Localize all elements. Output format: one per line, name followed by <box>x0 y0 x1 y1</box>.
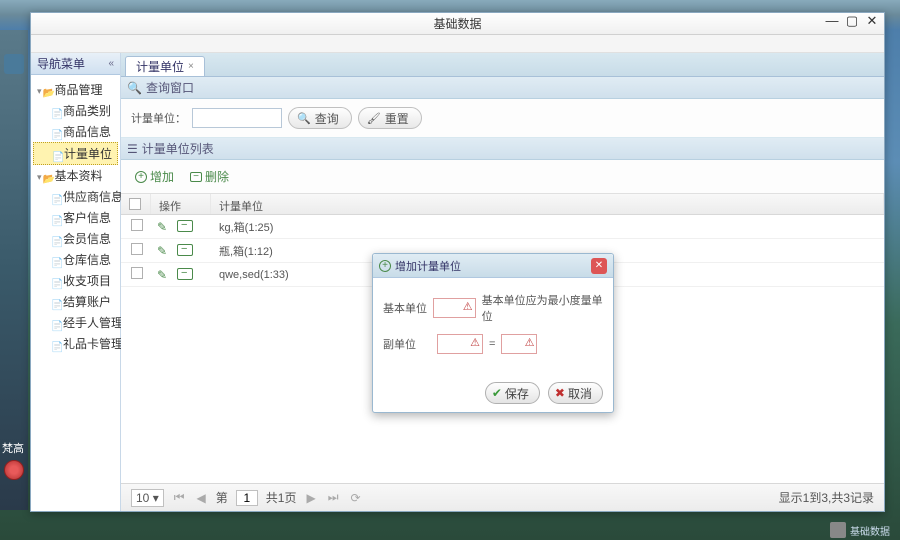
page-icon <box>51 276 61 286</box>
page-icon <box>51 255 61 265</box>
left-dock: 梵高 <box>0 30 28 510</box>
search-panel-header[interactable]: 🔍 查询窗口 <box>121 77 884 99</box>
window-title: 基础数据 <box>433 15 481 32</box>
x-icon: ✖ <box>555 386 565 400</box>
edit-icon[interactable]: ✎ <box>157 268 171 282</box>
col-name: 计量单位 <box>211 194 884 214</box>
reset-button[interactable]: 🖌重置 <box>358 107 422 129</box>
list-toolbar: +增加 −删除 <box>121 160 884 193</box>
pager-first[interactable]: ⏮ <box>172 490 187 505</box>
close-button[interactable]: ✕ <box>864 15 880 29</box>
brush-icon: 🖌 <box>367 112 381 125</box>
row-delete-icon[interactable] <box>177 220 193 232</box>
page-icon <box>51 213 61 223</box>
base-unit-hint: 基本单位应为最小度量单位 <box>482 292 603 324</box>
row-delete-icon[interactable] <box>177 244 193 256</box>
dialog-close-button[interactable]: ✕ <box>591 258 607 274</box>
row-delete-icon[interactable] <box>177 268 193 280</box>
page-icon <box>51 318 61 328</box>
query-button[interactable]: 🔍查询 <box>288 107 352 129</box>
tree-item-category[interactable]: 商品类别 <box>33 100 118 121</box>
nav-sidebar: 导航菜单 « 商品管理 商品类别 商品信息 计量单位 基本资料 供应商信息 客户… <box>31 53 121 511</box>
pager-refresh[interactable]: ⟳ <box>349 491 363 505</box>
list-icon: ☰ <box>127 142 138 156</box>
taskbar-tray: 基础数据 <box>830 522 890 538</box>
tree-item-product-info[interactable]: 商品信息 <box>33 121 118 142</box>
add-unit-dialog: + 增加计量单位 ✕ 基本单位 基本单位应为最小度量单位 副单位 = ✔保存 ✖… <box>372 253 614 413</box>
grid-header: 操作 计量单位 <box>121 193 884 215</box>
search-field-label: 计量单位： <box>131 110 186 126</box>
tab-close-icon[interactable]: × <box>188 61 194 72</box>
dock-icon-1[interactable] <box>4 54 24 74</box>
page-icon <box>51 192 61 202</box>
folder-icon <box>43 85 53 95</box>
page-icon <box>51 339 61 349</box>
minimize-button[interactable]: — <box>824 15 840 29</box>
edit-icon[interactable]: ✎ <box>157 220 171 234</box>
tree-item-unit[interactable]: 计量单位 <box>33 142 118 165</box>
tree-item-revexp[interactable]: 收支项目 <box>33 270 118 291</box>
minus-icon: − <box>190 172 202 182</box>
folder-icon <box>43 171 53 181</box>
dock-label: 梵高 <box>2 440 24 456</box>
nav-title: 导航菜单 « <box>31 53 120 75</box>
maximize-button[interactable]: ▢ <box>844 15 860 29</box>
plus-icon: + <box>379 260 391 272</box>
pager-page-input[interactable] <box>236 490 258 506</box>
tree-item-customer[interactable]: 客户信息 <box>33 207 118 228</box>
alt-unit-input[interactable] <box>437 334 483 354</box>
header-checkbox[interactable] <box>129 198 141 210</box>
page-icon <box>51 127 61 137</box>
pager-next[interactable]: ▶ <box>304 491 317 505</box>
titlebar: 基础数据 — ▢ ✕ <box>31 13 884 35</box>
pager-prev[interactable]: ◀ <box>195 491 208 505</box>
alt-unit-ratio-input[interactable] <box>501 334 537 354</box>
tab-strip: 计量单位 × <box>121 53 884 77</box>
tree-item-warehouse[interactable]: 仓库信息 <box>33 249 118 270</box>
search-input[interactable] <box>192 108 282 128</box>
tree-group-basic[interactable]: 基本资料 <box>33 165 118 186</box>
row-checkbox[interactable] <box>131 243 143 255</box>
alt-unit-label: 副单位 <box>383 336 431 352</box>
power-button[interactable] <box>4 460 24 480</box>
tree-item-supplier[interactable]: 供应商信息 <box>33 186 118 207</box>
pager: 10 ▾ ⏮ ◀ 第 共1页 ▶ ⏭ ⟳ 显示1到3,共3记录 <box>121 483 884 511</box>
pager-info: 显示1到3,共3记录 <box>779 489 874 506</box>
pager-last[interactable]: ⏭ <box>326 490 341 505</box>
base-unit-label: 基本单位 <box>383 300 427 316</box>
tree-item-member[interactable]: 会员信息 <box>33 228 118 249</box>
tray-app-icon[interactable] <box>830 522 846 538</box>
nav-collapse-icon[interactable]: « <box>108 58 114 69</box>
row-checkbox[interactable] <box>131 267 143 279</box>
tree-item-giftcard[interactable]: 礼品卡管理 <box>33 333 118 354</box>
page-icon <box>51 234 61 244</box>
search-icon: 🔍 <box>127 81 142 95</box>
save-button[interactable]: ✔保存 <box>485 382 540 404</box>
page-icon <box>51 106 61 116</box>
cancel-button[interactable]: ✖取消 <box>548 382 603 404</box>
plus-icon: + <box>135 171 147 183</box>
page-icon <box>51 297 61 307</box>
tray-label: 基础数据 <box>850 523 890 538</box>
page-size-select[interactable]: 10 ▾ <box>131 489 164 507</box>
tree-group-products[interactable]: 商品管理 <box>33 79 118 100</box>
list-panel-header[interactable]: ☰ 计量单位列表 <box>121 138 884 160</box>
dialog-titlebar[interactable]: + 增加计量单位 ✕ <box>373 254 613 278</box>
edit-icon[interactable]: ✎ <box>157 244 171 258</box>
tree-item-account[interactable]: 结算账户 <box>33 291 118 312</box>
tree-item-handler[interactable]: 经手人管理 <box>33 312 118 333</box>
menubar <box>31 35 884 53</box>
row-checkbox[interactable] <box>131 219 143 231</box>
tab-unit[interactable]: 计量单位 × <box>125 56 205 76</box>
table-row[interactable]: ✎ kg,箱(1:25) <box>121 215 884 239</box>
add-button[interactable]: +增加 <box>129 166 180 187</box>
page-icon <box>52 149 62 159</box>
base-unit-input[interactable] <box>433 298 475 318</box>
magnifier-icon: 🔍 <box>297 112 311 125</box>
delete-button[interactable]: −删除 <box>184 166 235 187</box>
col-op: 操作 <box>151 194 211 214</box>
search-panel: 计量单位： 🔍查询 🖌重置 <box>121 99 884 138</box>
check-icon: ✔ <box>492 386 502 400</box>
